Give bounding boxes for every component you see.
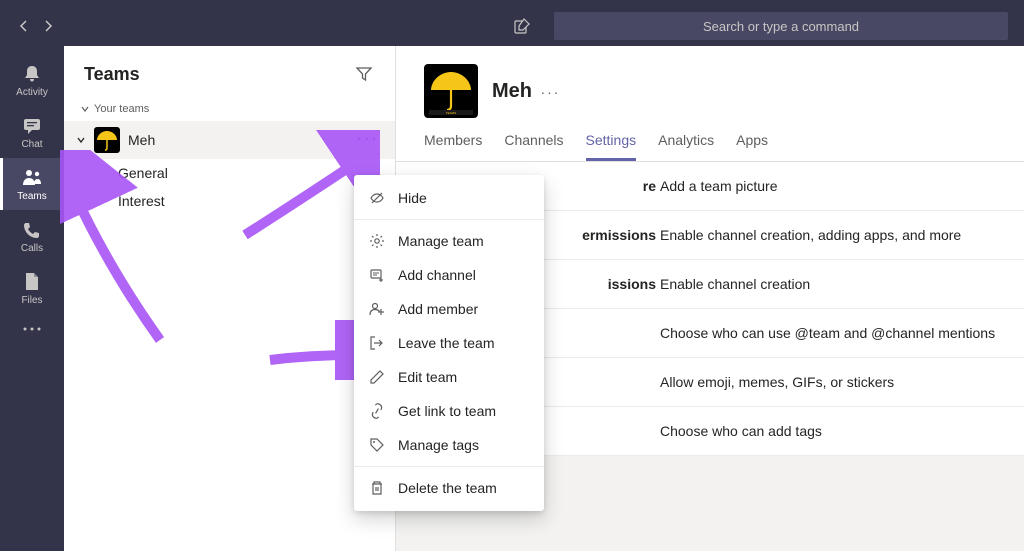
team-more-button[interactable]: ···: [353, 127, 383, 153]
teams-title: Teams: [84, 64, 140, 85]
nav-arrows: [16, 18, 56, 34]
topbar: [0, 6, 1024, 46]
rail-more-button[interactable]: [14, 318, 50, 340]
team-row-meh[interactable]: Meh ···: [64, 121, 395, 159]
chevron-down-icon: [76, 135, 86, 145]
trash-icon: [368, 479, 386, 497]
setting-desc: Add a team picture: [660, 178, 778, 194]
menu-delete-team[interactable]: Delete the team: [354, 471, 544, 505]
setting-desc: Enable channel creation: [660, 276, 810, 292]
menu-divider: [354, 219, 544, 220]
bell-icon: [21, 63, 43, 85]
leave-icon: [368, 334, 386, 352]
gear-icon: [368, 232, 386, 250]
content-title-wrap: Meh ···: [492, 80, 560, 103]
rail-label: Teams: [17, 191, 46, 202]
nav-forward-button[interactable]: [40, 18, 56, 34]
team-name: Meh: [128, 132, 155, 148]
add-person-icon: [368, 300, 386, 318]
rail-label: Calls: [21, 243, 43, 254]
teams-header: Teams: [64, 46, 395, 97]
chevron-down-icon: [80, 104, 90, 114]
tab-apps[interactable]: Apps: [736, 132, 768, 161]
svg-text:TEAMS: TEAMS: [446, 111, 456, 115]
rail-files[interactable]: Files: [0, 262, 64, 314]
menu-add-channel[interactable]: Add channel: [354, 258, 544, 292]
content-title: Meh: [492, 80, 532, 102]
rail-activity[interactable]: Activity: [0, 54, 64, 106]
app-rail: Activity Chat Teams Calls Files: [0, 46, 64, 551]
menu-manage-team[interactable]: Manage team: [354, 224, 544, 258]
filter-icon[interactable]: [355, 65, 375, 85]
content-title-more[interactable]: ···: [540, 84, 560, 100]
menu-edit-team[interactable]: Edit team: [354, 360, 544, 394]
content-title-row: TEAMS Meh ···: [424, 64, 996, 118]
rail-teams[interactable]: Teams: [0, 158, 64, 210]
compose-icon[interactable]: [510, 14, 534, 38]
tab-members[interactable]: Members: [424, 132, 482, 161]
teams-icon: [21, 167, 43, 189]
menu-manage-tags[interactable]: Manage tags: [354, 428, 544, 462]
menu-get-link[interactable]: Get link to team: [354, 394, 544, 428]
file-icon: [21, 271, 43, 293]
your-teams-label[interactable]: Your teams: [64, 97, 395, 121]
tab-channels[interactable]: Channels: [504, 132, 563, 161]
channel-interest[interactable]: Interest: [64, 187, 395, 215]
link-icon: [368, 402, 386, 420]
channel-general[interactable]: General: [64, 159, 395, 187]
pencil-icon: [368, 368, 386, 386]
rail-calls[interactable]: Calls: [0, 210, 64, 262]
phone-icon: [21, 219, 43, 241]
setting-desc: Choose who can add tags: [660, 423, 822, 439]
team-avatar: [94, 127, 120, 153]
tabs: Members Channels Settings Analytics Apps: [424, 132, 996, 161]
rail-label: Chat: [21, 139, 42, 150]
menu-add-member[interactable]: Add member: [354, 292, 544, 326]
menu-hide[interactable]: Hide: [354, 181, 544, 215]
chat-icon: [21, 115, 43, 137]
teams-panel: Teams Your teams Meh ··· General Interes…: [64, 46, 396, 551]
rail-chat[interactable]: Chat: [0, 106, 64, 158]
tab-settings[interactable]: Settings: [586, 132, 637, 161]
hide-icon: [368, 189, 386, 207]
setting-desc: Choose who can use @team and @channel me…: [660, 325, 995, 341]
rail-label: Activity: [16, 87, 48, 98]
content-avatar: TEAMS: [424, 64, 478, 118]
search-input[interactable]: [554, 12, 1008, 40]
tag-icon: [368, 436, 386, 454]
setting-desc: Enable channel creation, adding apps, an…: [660, 227, 961, 243]
menu-divider: [354, 466, 544, 467]
add-channel-icon: [368, 266, 386, 284]
content-header: TEAMS Meh ··· Members Channels Settings …: [396, 46, 1024, 162]
tab-analytics[interactable]: Analytics: [658, 132, 714, 161]
nav-back-button[interactable]: [16, 18, 32, 34]
menu-leave-team[interactable]: Leave the team: [354, 326, 544, 360]
rail-label: Files: [21, 295, 42, 306]
setting-desc: Allow emoji, memes, GIFs, or stickers: [660, 374, 894, 390]
team-context-menu: Hide Manage team Add channel Add member …: [354, 175, 544, 511]
